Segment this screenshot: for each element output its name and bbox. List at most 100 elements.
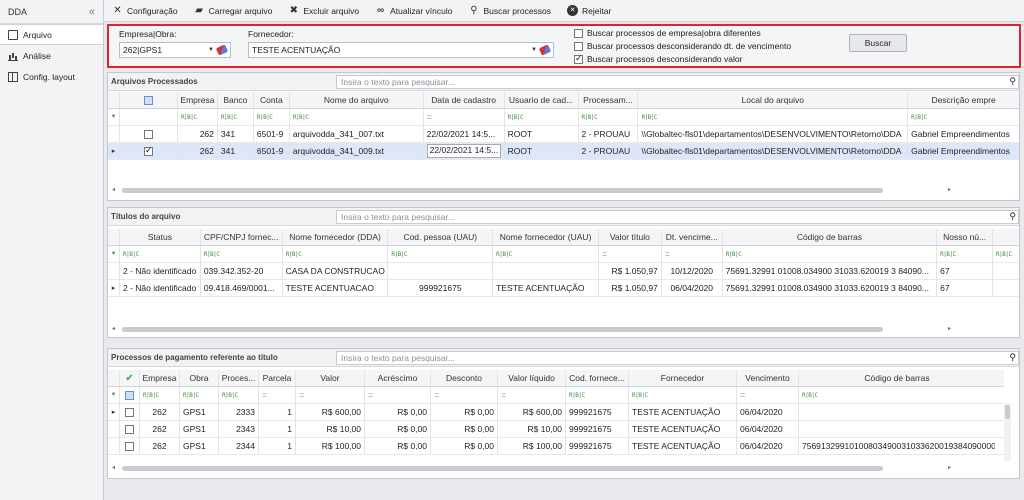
table-row[interactable]: 2 - Não identificado 039.342.352-20 CASA…: [108, 263, 1019, 280]
scroll-right-icon[interactable]: ▸: [948, 186, 951, 193]
filter-cell[interactable]: =: [259, 387, 296, 403]
filter-cell[interactable]: R|B|C: [799, 387, 995, 403]
scroll-left-icon[interactable]: ◂: [112, 186, 115, 193]
filter-cell[interactable]: [120, 109, 178, 125]
column-header[interactable]: Status: [120, 229, 201, 245]
select-all-column[interactable]: ✔: [120, 370, 140, 386]
checkbox[interactable]: [125, 424, 134, 434]
vertical-scrollbar[interactable]: [1004, 403, 1011, 461]
filter-cell[interactable]: R|B|C: [178, 109, 218, 125]
column-header[interactable]: Nome do arquivo: [290, 92, 424, 108]
chevron-down-icon[interactable]: ▼: [208, 47, 214, 53]
eraser-icon[interactable]: [215, 44, 229, 56]
column-header[interactable]: Obra: [180, 370, 219, 386]
checkbox-dt-vencimento[interactable]: Buscar processos desconsiderando dt. de …: [574, 41, 791, 51]
table-row[interactable]: 262 GPS1 2344 1 R$ 100,00 R$ 0,00 R$ 0,0…: [108, 438, 1004, 455]
sidebar-item-arquivo[interactable]: Arquivo: [0, 24, 103, 45]
column-header[interactable]: Código de barras: [799, 370, 995, 386]
filter-cell[interactable]: R|B|C: [937, 246, 994, 262]
checkbox-empresa-obra-diferentes[interactable]: Buscar processos de empresa|obra diferen…: [574, 28, 761, 38]
row-checkbox-cell[interactable]: [120, 126, 178, 142]
filter-cell[interactable]: R|B|C: [140, 387, 180, 403]
rejeitar-button[interactable]: ✕ Rejeitar: [567, 5, 611, 16]
filter-cell[interactable]: =: [737, 387, 799, 403]
search-icon[interactable]: ⚲: [1009, 211, 1016, 222]
buscar-processos-button[interactable]: ⚲ Buscar processos: [468, 5, 551, 16]
scroll-left-icon[interactable]: ◂: [112, 325, 115, 332]
filter-cell[interactable]: =: [365, 387, 431, 403]
column-header[interactable]: Valor: [296, 370, 365, 386]
check-icon[interactable]: ✔: [125, 373, 133, 384]
scroll-thumb[interactable]: [122, 188, 883, 193]
column-header[interactable]: Acréscimo: [365, 370, 431, 386]
filter-cell[interactable]: =: [431, 387, 498, 403]
eraser-icon[interactable]: [538, 44, 552, 56]
configuracao-button[interactable]: ✕ Configuração: [112, 5, 177, 16]
column-header[interactable]: Valor líquido: [498, 370, 566, 386]
search-input[interactable]: Insira o texto para pesquisar...: [336, 75, 1019, 89]
checkbox[interactable]: [574, 28, 583, 38]
column-header[interactable]: Banco: [218, 92, 254, 108]
column-header[interactable]: Processam...: [579, 92, 639, 108]
filter-icon[interactable]: ▼: [108, 387, 120, 403]
checkbox-desconsiderando-valor[interactable]: Buscar processos desconsiderando valor: [574, 53, 742, 64]
select-all-icon[interactable]: [143, 95, 153, 105]
chevron-down-icon[interactable]: ▼: [531, 47, 537, 53]
horizontal-scrollbar[interactable]: ◂ ▸: [112, 325, 951, 333]
column-header[interactable]: Nome fornecedor (DDA): [283, 229, 389, 245]
filter-cell[interactable]: R|B|C: [723, 246, 938, 262]
row-checkbox-cell[interactable]: [120, 404, 140, 420]
filter-icon[interactable]: ▼: [108, 246, 120, 262]
column-header[interactable]: Descrição empre: [908, 92, 1019, 108]
column-header[interactable]: CPF/CNPJ fornec...: [201, 229, 283, 245]
collapse-icon[interactable]: «: [89, 6, 95, 18]
filter-cell[interactable]: R|B|C: [993, 246, 1019, 262]
filter-cell[interactable]: R|B|C: [505, 109, 579, 125]
search-icon[interactable]: ⚲: [1009, 76, 1016, 87]
table-cell[interactable]: 22/02/2021 14:5...: [424, 143, 505, 159]
sidebar-item-config-layout[interactable]: Config. layout: [0, 66, 103, 87]
filter-cell[interactable]: R|B|C: [290, 109, 424, 125]
filter-cell[interactable]: R|B|C: [638, 109, 909, 125]
scroll-thumb[interactable]: [1005, 405, 1010, 419]
filter-cell[interactable]: R|B|C: [201, 246, 283, 262]
checkbox[interactable]: [125, 407, 134, 417]
filter-cell[interactable]: R|B|C: [566, 387, 629, 403]
scroll-left-icon[interactable]: ◂: [112, 464, 115, 471]
column-header[interactable]: Usuario de cad...: [505, 92, 579, 108]
column-header[interactable]: Cod. fornece...: [566, 370, 629, 386]
checkbox[interactable]: [574, 53, 583, 64]
column-header[interactable]: Empresa: [140, 370, 180, 386]
search-input[interactable]: Insira o texto para pesquisar...: [336, 210, 1019, 224]
table-row[interactable]: 262 341 6501-9 arquivodda_341_007.txt 22…: [108, 126, 1019, 143]
column-header[interactable]: Nosso nú...: [937, 229, 994, 245]
filter-cell[interactable]: R|B|C: [388, 246, 494, 262]
column-header[interactable]: Conta: [254, 92, 290, 108]
scroll-thumb[interactable]: [122, 327, 883, 332]
excluir-arquivo-button[interactable]: ✖ Excluir arquivo: [288, 5, 359, 16]
filter-cell[interactable]: R|B|C: [120, 246, 201, 262]
checkbox[interactable]: [125, 441, 134, 451]
table-row[interactable]: 262 GPS1 2343 1 R$ 10,00 R$ 0,00 R$ 0,00…: [108, 421, 1004, 438]
filter-cell[interactable]: R|B|C: [218, 109, 254, 125]
filter-cell[interactable]: R|B|C: [908, 109, 1019, 125]
filter-cell[interactable]: R|B|C: [493, 246, 599, 262]
filter-cell[interactable]: =: [424, 109, 505, 125]
column-header[interactable]: Proces...: [219, 370, 259, 386]
column-header[interactable]: Cod. pessoa (UAU): [388, 229, 494, 245]
table-row[interactable]: ▸ 262 GPS1 2333 1 R$ 600,00 R$ 0,00 R$ 0…: [108, 404, 1004, 421]
select-all-column[interactable]: [120, 92, 178, 108]
atualizar-vinculo-button[interactable]: ∞ Atualizar vínculo: [375, 5, 452, 16]
fornecedor-combo[interactable]: TESTE ACENTUAÇÃO ▼: [248, 42, 554, 58]
filter-cell[interactable]: R|B|C: [254, 109, 290, 125]
filter-cell[interactable]: R|B|C: [219, 387, 259, 403]
column-header[interactable]: Fornecedor: [629, 370, 737, 386]
scroll-thumb[interactable]: [122, 466, 883, 471]
carregar-arquivo-button[interactable]: ▰ Carregar arquivo: [194, 5, 272, 16]
horizontal-scrollbar[interactable]: ◂ ▸: [112, 464, 951, 472]
row-checkbox-cell[interactable]: [120, 143, 178, 159]
table-row[interactable]: ▸ 262 341 6501-9 arquivodda_341_009.txt …: [108, 143, 1019, 160]
column-header[interactable]: Vencimento: [737, 370, 799, 386]
row-checkbox-cell[interactable]: [120, 421, 140, 437]
buscar-button[interactable]: Buscar: [849, 34, 907, 52]
